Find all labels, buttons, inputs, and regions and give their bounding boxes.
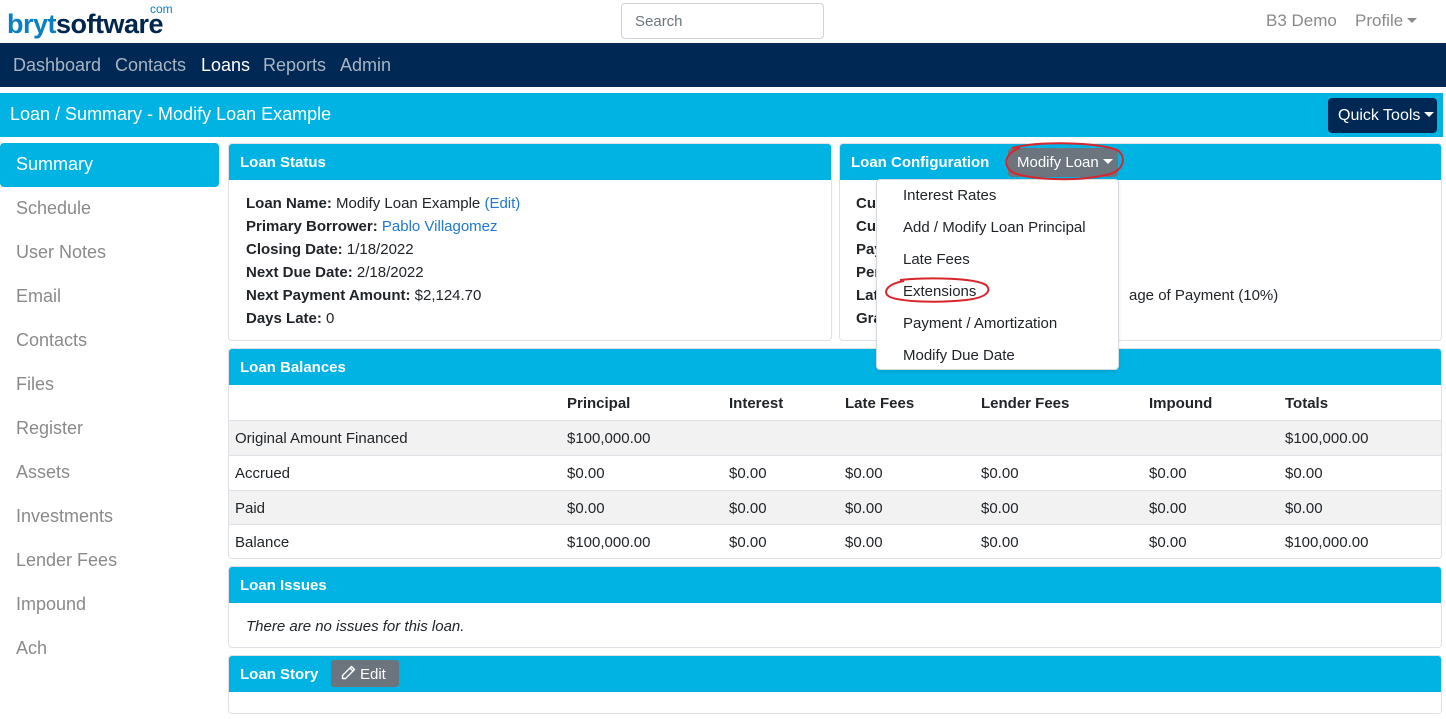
- loan-balances-card: Loan Balances Principal Interest Late Fe…: [228, 348, 1442, 559]
- table-cell: $0.00: [567, 500, 605, 517]
- table-cell: $100,000.00: [567, 430, 651, 447]
- modify-loan-menu: Interest Rates Add / Modify Loan Princip…: [876, 179, 1119, 370]
- table-row: Original Amount Financed $100,000.00 $10…: [229, 420, 1441, 455]
- table-cell: $0.00: [845, 465, 883, 482]
- table-cell: $0.00: [729, 534, 767, 551]
- next-due-date-row: Next Due Date: 2/18/2022: [246, 264, 424, 281]
- sidebar-item-impound[interactable]: Impound: [0, 583, 219, 627]
- sidebar-item-schedule[interactable]: Schedule: [0, 187, 219, 231]
- borrower-link[interactable]: Pablo Villagomez: [382, 218, 498, 235]
- table-cell: $0.00: [845, 534, 883, 551]
- no-issues-message: There are no issues for this loan.: [246, 618, 465, 635]
- column-header: Late Fees: [845, 395, 915, 412]
- table-cell: $100,000.00: [1285, 430, 1369, 447]
- loan-story-card: Loan Story Edit: [228, 655, 1442, 714]
- edit-story-button[interactable]: Edit: [331, 660, 399, 687]
- edit-loan-name-link[interactable]: (Edit): [484, 195, 520, 212]
- loan-issues-header: Loan Issues: [229, 567, 1441, 603]
- brand-logo[interactable]: brytsoftware com: [7, 2, 182, 39]
- account-link[interactable]: B3 Demo: [1266, 11, 1337, 31]
- page-title: Loan / Summary - Modify Loan Example: [10, 104, 332, 124]
- chevron-down-icon: [1424, 112, 1435, 117]
- table-cell: $100,000.00: [1285, 534, 1369, 551]
- table-cell: $0.00: [1149, 465, 1187, 482]
- menu-item-modify-principal[interactable]: Add / Modify Loan Principal: [903, 219, 1086, 236]
- chevron-down-icon: [1102, 159, 1113, 164]
- sidebar-item-ach[interactable]: Ach: [0, 627, 219, 671]
- menu-item-interest-rates[interactable]: Interest Rates: [903, 187, 996, 204]
- loan-status-header: Loan Status: [229, 144, 831, 180]
- loan-status-card: Loan Status Loan Name: Modify Loan Examp…: [228, 143, 832, 341]
- loan-name-row: Loan Name: Modify Loan Example (Edit): [246, 195, 521, 212]
- modify-loan-button[interactable]: Modify Loan: [1008, 148, 1118, 177]
- menu-item-extensions[interactable]: Extensions: [903, 283, 976, 300]
- nav-admin[interactable]: Admin: [340, 55, 391, 76]
- chevron-down-icon: [1407, 18, 1418, 23]
- table-cell: $0.00: [981, 500, 1019, 517]
- menu-item-late-fees[interactable]: Late Fees: [903, 251, 970, 268]
- search-input[interactable]: [621, 3, 824, 39]
- primary-borrower-row: Primary Borrower: Pablo Villagomez: [246, 218, 498, 235]
- sidebar-item-lender-fees[interactable]: Lender Fees: [0, 539, 219, 583]
- config-label: Cu: [856, 195, 876, 212]
- table-cell: $0.00: [729, 500, 767, 517]
- loan-balances-header: Loan Balances: [229, 349, 1441, 385]
- nav-reports[interactable]: Reports: [263, 55, 326, 76]
- sidebar-item-contacts[interactable]: Contacts: [0, 319, 219, 363]
- table-cell: $0.00: [1149, 534, 1187, 551]
- sidebar-item-user-notes[interactable]: User Notes: [0, 231, 219, 275]
- sidebar-item-assets[interactable]: Assets: [0, 451, 219, 495]
- table-cell: $0.00: [729, 465, 767, 482]
- table-cell: Original Amount Financed: [235, 430, 408, 447]
- table-cell: $0.00: [1149, 500, 1187, 517]
- table-row: Paid $0.00 $0.00 $0.00 $0.00 $0.00 $0.00: [229, 490, 1441, 525]
- profile-menu-toggle[interactable]: Profile: [1355, 11, 1418, 31]
- table-row: Accrued $0.00 $0.00 $0.00 $0.00 $0.00 $0…: [229, 455, 1441, 490]
- table-cell: $100,000.00: [567, 534, 651, 551]
- sidebar-item-register[interactable]: Register: [0, 407, 219, 451]
- table-cell: $0.00: [1285, 500, 1323, 517]
- main-nav: Dashboard Contacts Loans Reports Admin: [0, 43, 1446, 87]
- sidebar-item-email[interactable]: Email: [0, 275, 219, 319]
- page-header: Loan / Summary - Modify Loan Example Qui…: [0, 93, 1443, 137]
- table-cell: Paid: [235, 500, 266, 517]
- top-bar: brytsoftware com B3 Demo Profile: [0, 0, 1446, 43]
- loan-configuration-header: Loan Configuration Modify Loan: [840, 144, 1441, 180]
- pencil-icon: [341, 665, 356, 680]
- column-header: Interest: [729, 395, 784, 412]
- sidebar-item-files[interactable]: Files: [0, 363, 219, 407]
- column-header: Impound: [1149, 395, 1213, 412]
- table-cell: $0.00: [981, 465, 1019, 482]
- nav-contacts[interactable]: Contacts: [115, 55, 186, 76]
- table-cell: $0.00: [981, 534, 1019, 551]
- table-cell: $0.00: [567, 465, 605, 482]
- next-payment-row: Next Payment Amount: $2,124.70: [246, 287, 482, 304]
- nav-dashboard[interactable]: Dashboard: [13, 55, 101, 76]
- table-cell: Accrued: [235, 465, 291, 482]
- loan-story-header: Loan Story Edit: [229, 656, 1441, 692]
- column-header: Lender Fees: [981, 395, 1070, 412]
- table-row: Balance $100,000.00 $0.00 $0.00 $0.00 $0…: [229, 524, 1441, 558]
- column-header: Totals: [1285, 395, 1329, 412]
- menu-item-modify-due-date[interactable]: Modify Due Date: [903, 347, 1015, 364]
- late-fee-value: age of Payment (10%): [1129, 287, 1279, 304]
- quick-tools-button[interactable]: Quick Tools: [1328, 98, 1437, 133]
- days-late-row: Days Late: 0: [246, 310, 335, 327]
- menu-item-payment-amortization[interactable]: Payment / Amortization: [903, 315, 1057, 332]
- column-header: Principal: [567, 395, 631, 412]
- closing-date-row: Closing Date: 1/18/2022: [246, 241, 414, 258]
- table-cell: $0.00: [1285, 465, 1323, 482]
- table-cell: Balance: [235, 534, 290, 551]
- nav-loans[interactable]: Loans: [201, 55, 250, 76]
- sidebar-item-investments[interactable]: Investments: [0, 495, 219, 539]
- config-label: Cu: [856, 218, 876, 235]
- table-cell: $0.00: [845, 500, 883, 517]
- loan-issues-card: Loan Issues There are no issues for this…: [228, 566, 1442, 648]
- sidebar-item-summary[interactable]: Summary: [0, 143, 219, 187]
